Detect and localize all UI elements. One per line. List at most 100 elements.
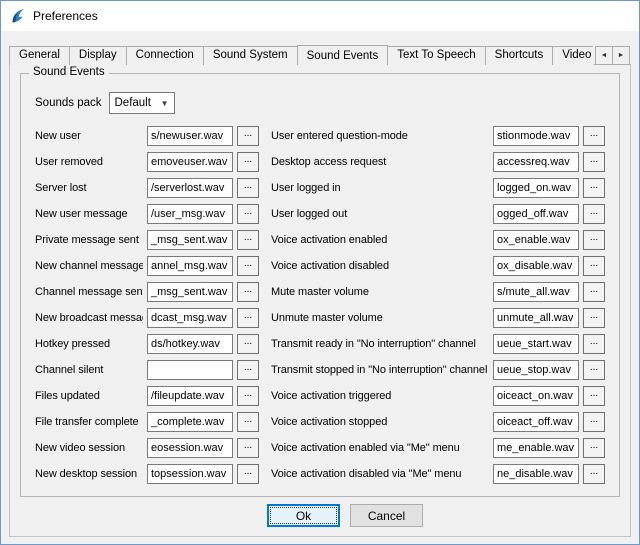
input-desktop-access-request[interactable] (493, 152, 579, 172)
label-channel-silent: Channel silent (35, 364, 143, 376)
app-icon (10, 8, 26, 24)
input-private-message-sent[interactable] (147, 230, 233, 250)
input-new-broadcast-message[interactable] (147, 308, 233, 328)
browse-button[interactable]: ... (237, 230, 259, 250)
label-user-entered-question-mode: User entered question-mode (263, 130, 489, 142)
browse-button[interactable]: ... (237, 126, 259, 146)
input-new-video-session[interactable] (147, 438, 233, 458)
browse-button[interactable]: ... (237, 308, 259, 328)
input-user-logged-in[interactable] (493, 178, 579, 198)
browse-button[interactable]: ... (583, 412, 605, 432)
browse-button[interactable]: ... (583, 360, 605, 380)
input-new-user[interactable] (147, 126, 233, 146)
input-user-removed[interactable] (147, 152, 233, 172)
browse-button[interactable]: ... (583, 152, 605, 172)
input-user-entered-question-mode[interactable] (493, 126, 579, 146)
browse-button[interactable]: ... (237, 282, 259, 302)
label-files-updated: Files updated (35, 390, 143, 402)
input-server-lost[interactable] (147, 178, 233, 198)
label-voice-activation-stopped: Voice activation stopped (263, 416, 489, 428)
titlebar[interactable]: Preferences (1, 1, 639, 31)
sound-events-grid: New user ... User entered question-mode … (35, 126, 605, 484)
browse-button[interactable]: ... (583, 178, 605, 198)
input-voice-activation-disabled-me-menu[interactable] (493, 464, 579, 484)
browse-button[interactable]: ... (583, 386, 605, 406)
browse-button[interactable]: ... (237, 464, 259, 484)
browse-button[interactable]: ... (237, 360, 259, 380)
label-mute-master-volume: Mute master volume (263, 286, 489, 298)
label-private-message-sent: Private message sent (35, 234, 143, 246)
browse-button[interactable]: ... (237, 412, 259, 432)
sounds-pack-select[interactable]: Default ▼ (109, 92, 175, 114)
tab-scroll-left-button[interactable]: ◄ (595, 46, 613, 65)
browse-button[interactable]: ... (583, 308, 605, 328)
input-channel-silent[interactable] (147, 360, 233, 380)
input-user-logged-out[interactable] (493, 204, 579, 224)
label-file-transfer-complete: File transfer complete (35, 416, 143, 428)
browse-button[interactable]: ... (237, 152, 259, 172)
browse-button[interactable]: ... (583, 282, 605, 302)
browse-button[interactable]: ... (583, 464, 605, 484)
browse-button[interactable]: ... (583, 126, 605, 146)
input-mute-master-volume[interactable] (493, 282, 579, 302)
tab-connection[interactable]: Connection (126, 46, 204, 65)
label-user-logged-in: User logged in (263, 182, 489, 194)
input-unmute-master-volume[interactable] (493, 308, 579, 328)
groupbox-title: Sound Events (29, 66, 109, 78)
input-voice-activation-triggered[interactable] (493, 386, 579, 406)
browse-button[interactable]: ... (237, 386, 259, 406)
tab-text-to-speech[interactable]: Text To Speech (387, 46, 485, 65)
tab-scroll-right-button[interactable]: ► (612, 46, 630, 65)
window-title: Preferences (33, 9, 98, 23)
label-voice-activation-triggered: Voice activation triggered (263, 390, 489, 402)
label-hotkey-pressed: Hotkey pressed (35, 338, 143, 350)
label-unmute-master-volume: Unmute master volume (263, 312, 489, 324)
chevron-down-icon: ▼ (161, 99, 169, 108)
browse-button[interactable]: ... (583, 204, 605, 224)
browse-button[interactable]: ... (237, 438, 259, 458)
tab-shortcuts[interactable]: Shortcuts (485, 46, 554, 65)
input-voice-activation-stopped[interactable] (493, 412, 579, 432)
input-voice-activation-enabled[interactable] (493, 230, 579, 250)
input-transmit-stopped[interactable] (493, 360, 579, 380)
tab-display[interactable]: Display (69, 46, 127, 65)
dialog-buttons: Ok Cancel (267, 504, 423, 527)
input-new-channel-message[interactable] (147, 256, 233, 276)
label-transmit-stopped: Transmit stopped in "No interruption" ch… (263, 364, 489, 376)
label-new-broadcast-message: New broadcast message (35, 312, 143, 324)
tab-general[interactable]: General (9, 46, 70, 65)
browse-button[interactable]: ... (583, 438, 605, 458)
label-transmit-ready: Transmit ready in "No interruption" chan… (263, 338, 489, 350)
browse-button[interactable]: ... (237, 334, 259, 354)
preferences-dialog: Preferences General Display Connection S… (0, 0, 640, 545)
input-voice-activation-enabled-me-menu[interactable] (493, 438, 579, 458)
browse-button[interactable]: ... (237, 204, 259, 224)
browse-button[interactable]: ... (237, 256, 259, 276)
tab-video[interactable]: Video (552, 46, 593, 65)
cancel-button[interactable]: Cancel (350, 504, 423, 527)
label-voice-activation-disabled: Voice activation disabled (263, 260, 489, 272)
label-voice-activation-enabled-me-menu: Voice activation enabled via "Me" menu (263, 442, 489, 454)
label-new-desktop-session: New desktop session (35, 468, 143, 480)
browse-button[interactable]: ... (237, 178, 259, 198)
sounds-pack-value: Default (115, 97, 151, 109)
tab-page-sound-events: Sound Events Sounds pack Default ▼ New u… (9, 64, 631, 537)
tab-sound-system[interactable]: Sound System (203, 46, 298, 65)
label-new-video-session: New video session (35, 442, 143, 454)
tab-sound-events[interactable]: Sound Events (297, 45, 389, 65)
input-files-updated[interactable] (147, 386, 233, 406)
browse-button[interactable]: ... (583, 230, 605, 250)
sounds-pack-label: Sounds pack (35, 97, 102, 109)
label-user-logged-out: User logged out (263, 208, 489, 220)
tab-bar: General Display Connection Sound System … (9, 45, 593, 65)
input-voice-activation-disabled[interactable] (493, 256, 579, 276)
input-channel-message-sent[interactable] (147, 282, 233, 302)
input-hotkey-pressed[interactable] (147, 334, 233, 354)
input-new-desktop-session[interactable] (147, 464, 233, 484)
input-new-user-message[interactable] (147, 204, 233, 224)
ok-button[interactable]: Ok (267, 504, 340, 527)
browse-button[interactable]: ... (583, 334, 605, 354)
input-transmit-ready[interactable] (493, 334, 579, 354)
browse-button[interactable]: ... (583, 256, 605, 276)
input-file-transfer-complete[interactable] (147, 412, 233, 432)
